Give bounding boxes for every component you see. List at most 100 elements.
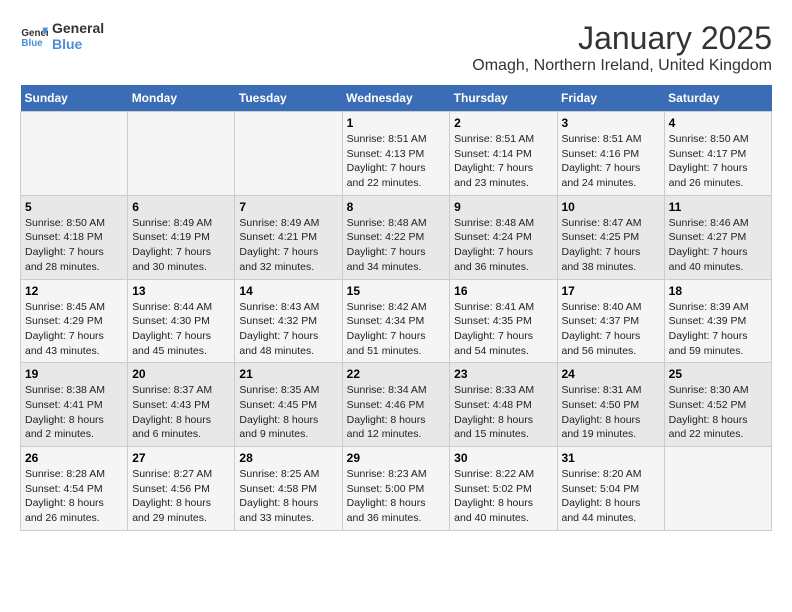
calendar-cell: 3Sunrise: 8:51 AM Sunset: 4:16 PM Daylig… bbox=[557, 112, 664, 196]
day-number: 9 bbox=[454, 200, 552, 214]
day-number: 12 bbox=[25, 284, 123, 298]
day-info: Sunrise: 8:35 AM Sunset: 4:45 PM Dayligh… bbox=[239, 383, 337, 442]
calendar-cell: 19 Sunrise: 8:38 AM Sunset: 4:41 PM Dayli… bbox=[21, 363, 128, 447]
calendar-cell: 18 Sunrise: 8:39 AM Sunset: 4:39 PM Dayli… bbox=[664, 279, 771, 363]
calendar-cell: 27 Sunrise: 8:27 AM Sunset: 4:56 PM Dayli… bbox=[128, 447, 235, 531]
day-number: 10 bbox=[562, 200, 660, 214]
calendar-cell: 5 Sunrise: 8:50 AM Sunset: 4:18 PM Daylig… bbox=[21, 195, 128, 279]
day-number: 7 bbox=[239, 200, 337, 214]
calendar-cell: 26 Sunrise: 8:28 AM Sunset: 4:54 PM Dayli… bbox=[21, 447, 128, 531]
calendar-cell: 14 Sunrise: 8:43 AM Sunset: 4:32 PM Dayli… bbox=[235, 279, 342, 363]
day-info: Sunrise: 8:46 AM Sunset: 4:27 PM Dayligh… bbox=[669, 216, 767, 275]
calendar-cell: 30Sunrise: 8:22 AM Sunset: 5:02 PM Dayli… bbox=[450, 447, 557, 531]
calendar-cell: 12 Sunrise: 8:45 AM Sunset: 4:29 PM Dayli… bbox=[21, 279, 128, 363]
day-number: 31 bbox=[562, 451, 660, 465]
day-info: Sunrise: 8:44 AM Sunset: 4:30 PM Dayligh… bbox=[132, 300, 230, 359]
day-info: Sunrise: 8:34 AM Sunset: 4:46 PM Dayligh… bbox=[347, 383, 446, 442]
day-number: 16 bbox=[454, 284, 552, 298]
day-number: 21 bbox=[239, 367, 337, 381]
calendar-cell: 13 Sunrise: 8:44 AM Sunset: 4:30 PM Dayli… bbox=[128, 279, 235, 363]
calendar-cell: 11 Sunrise: 8:46 AM Sunset: 4:27 PM Dayli… bbox=[664, 195, 771, 279]
week-row-1: 1Sunrise: 8:51 AM Sunset: 4:13 PM Daylig… bbox=[21, 112, 772, 196]
calendar-cell: 8 Sunrise: 8:48 AM Sunset: 4:22 PM Daylig… bbox=[342, 195, 450, 279]
weekday-header-wednesday: Wednesday bbox=[342, 85, 450, 112]
weekday-header-friday: Friday bbox=[557, 85, 664, 112]
calendar-table: SundayMondayTuesdayWednesdayThursdayFrid… bbox=[20, 85, 772, 531]
calendar-cell bbox=[21, 112, 128, 196]
day-number: 22 bbox=[347, 367, 446, 381]
calendar-cell: 25Sunrise: 8:30 AM Sunset: 4:52 PM Dayli… bbox=[664, 363, 771, 447]
day-info: Sunrise: 8:33 AM Sunset: 4:48 PM Dayligh… bbox=[454, 383, 552, 442]
day-number: 3 bbox=[562, 116, 660, 130]
main-title: January 2025 bbox=[472, 20, 772, 57]
day-info: Sunrise: 8:27 AM Sunset: 4:56 PM Dayligh… bbox=[132, 467, 230, 526]
day-number: 5 bbox=[25, 200, 123, 214]
day-number: 23 bbox=[454, 367, 552, 381]
day-number: 29 bbox=[347, 451, 446, 465]
logo: General Blue General Blue bbox=[20, 20, 104, 52]
day-info: Sunrise: 8:49 AM Sunset: 4:21 PM Dayligh… bbox=[239, 216, 337, 275]
day-number: 2 bbox=[454, 116, 552, 130]
calendar-cell: 15Sunrise: 8:42 AM Sunset: 4:34 PM Dayli… bbox=[342, 279, 450, 363]
logo-line2: Blue bbox=[52, 36, 104, 52]
day-info: Sunrise: 8:30 AM Sunset: 4:52 PM Dayligh… bbox=[669, 383, 767, 442]
calendar-cell: 10 Sunrise: 8:47 AM Sunset: 4:25 PM Dayli… bbox=[557, 195, 664, 279]
day-number: 4 bbox=[669, 116, 767, 130]
day-info: Sunrise: 8:39 AM Sunset: 4:39 PM Dayligh… bbox=[669, 300, 767, 359]
day-info: Sunrise: 8:49 AM Sunset: 4:19 PM Dayligh… bbox=[132, 216, 230, 275]
calendar-cell: 29Sunrise: 8:23 AM Sunset: 5:00 PM Dayli… bbox=[342, 447, 450, 531]
day-info: Sunrise: 8:47 AM Sunset: 4:25 PM Dayligh… bbox=[562, 216, 660, 275]
logo-line1: General bbox=[52, 20, 104, 36]
svg-text:Blue: Blue bbox=[21, 38, 43, 49]
day-info: Sunrise: 8:51 AM Sunset: 4:14 PM Dayligh… bbox=[454, 132, 552, 191]
calendar-cell bbox=[664, 447, 771, 531]
header: General Blue General Blue January 2025 O… bbox=[20, 20, 772, 75]
calendar-cell: 28Sunrise: 8:25 AM Sunset: 4:58 PM Dayli… bbox=[235, 447, 342, 531]
day-info: Sunrise: 8:43 AM Sunset: 4:32 PM Dayligh… bbox=[239, 300, 337, 359]
day-number: 19 bbox=[25, 367, 123, 381]
day-number: 8 bbox=[347, 200, 446, 214]
calendar-cell: 17 Sunrise: 8:40 AM Sunset: 4:37 PM Dayli… bbox=[557, 279, 664, 363]
day-info: Sunrise: 8:41 AM Sunset: 4:35 PM Dayligh… bbox=[454, 300, 552, 359]
week-row-2: 5 Sunrise: 8:50 AM Sunset: 4:18 PM Daylig… bbox=[21, 195, 772, 279]
day-info: Sunrise: 8:37 AM Sunset: 4:43 PM Dayligh… bbox=[132, 383, 230, 442]
day-number: 1 bbox=[347, 116, 446, 130]
calendar-cell: 6Sunrise: 8:49 AM Sunset: 4:19 PM Daylig… bbox=[128, 195, 235, 279]
day-info: Sunrise: 8:50 AM Sunset: 4:17 PM Dayligh… bbox=[669, 132, 767, 191]
weekday-header-saturday: Saturday bbox=[664, 85, 771, 112]
day-number: 11 bbox=[669, 200, 767, 214]
day-info: Sunrise: 8:31 AM Sunset: 4:50 PM Dayligh… bbox=[562, 383, 660, 442]
calendar-cell: 24Sunrise: 8:31 AM Sunset: 4:50 PM Dayli… bbox=[557, 363, 664, 447]
week-row-4: 19 Sunrise: 8:38 AM Sunset: 4:41 PM Dayli… bbox=[21, 363, 772, 447]
subtitle: Omagh, Northern Ireland, United Kingdom bbox=[472, 57, 772, 75]
day-info: Sunrise: 8:28 AM Sunset: 4:54 PM Dayligh… bbox=[25, 467, 123, 526]
day-number: 18 bbox=[669, 284, 767, 298]
calendar-cell: 2 Sunrise: 8:51 AM Sunset: 4:14 PM Daylig… bbox=[450, 112, 557, 196]
calendar-cell: 31Sunrise: 8:20 AM Sunset: 5:04 PM Dayli… bbox=[557, 447, 664, 531]
title-area: January 2025 Omagh, Northern Ireland, Un… bbox=[472, 20, 772, 75]
day-info: Sunrise: 8:48 AM Sunset: 4:22 PM Dayligh… bbox=[347, 216, 446, 275]
day-number: 26 bbox=[25, 451, 123, 465]
day-number: 14 bbox=[239, 284, 337, 298]
weekday-header-row: SundayMondayTuesdayWednesdayThursdayFrid… bbox=[21, 85, 772, 112]
calendar-cell: 4 Sunrise: 8:50 AM Sunset: 4:17 PM Daylig… bbox=[664, 112, 771, 196]
day-info: Sunrise: 8:40 AM Sunset: 4:37 PM Dayligh… bbox=[562, 300, 660, 359]
day-number: 17 bbox=[562, 284, 660, 298]
calendar-cell: 16 Sunrise: 8:41 AM Sunset: 4:35 PM Dayli… bbox=[450, 279, 557, 363]
day-number: 13 bbox=[132, 284, 230, 298]
day-info: Sunrise: 8:50 AM Sunset: 4:18 PM Dayligh… bbox=[25, 216, 123, 275]
calendar-cell bbox=[128, 112, 235, 196]
calendar-cell: 7 Sunrise: 8:49 AM Sunset: 4:21 PM Daylig… bbox=[235, 195, 342, 279]
day-info: Sunrise: 8:45 AM Sunset: 4:29 PM Dayligh… bbox=[25, 300, 123, 359]
day-number: 28 bbox=[239, 451, 337, 465]
day-number: 27 bbox=[132, 451, 230, 465]
calendar-cell: 21 Sunrise: 8:35 AM Sunset: 4:45 PM Dayli… bbox=[235, 363, 342, 447]
calendar-cell: 9Sunrise: 8:48 AM Sunset: 4:24 PM Daylig… bbox=[450, 195, 557, 279]
day-number: 20 bbox=[132, 367, 230, 381]
day-info: Sunrise: 8:38 AM Sunset: 4:41 PM Dayligh… bbox=[25, 383, 123, 442]
calendar-cell: 22 Sunrise: 8:34 AM Sunset: 4:46 PM Dayli… bbox=[342, 363, 450, 447]
weekday-header-thursday: Thursday bbox=[450, 85, 557, 112]
calendar-cell bbox=[235, 112, 342, 196]
calendar-cell: 23 Sunrise: 8:33 AM Sunset: 4:48 PM Dayli… bbox=[450, 363, 557, 447]
logo-icon: General Blue bbox=[20, 22, 48, 50]
